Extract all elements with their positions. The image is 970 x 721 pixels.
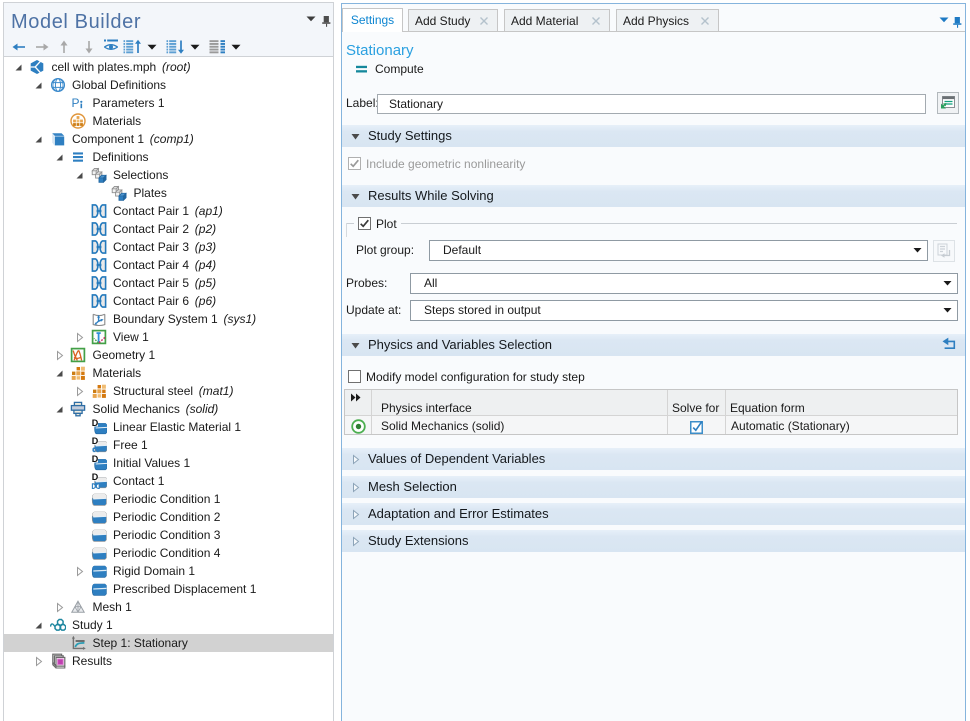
svg-text:D: D [91, 455, 98, 464]
svg-text:D: D [91, 437, 98, 446]
svg-text:D: D [91, 473, 98, 482]
svg-text:D: D [91, 419, 98, 428]
svg-text:P: P [72, 96, 80, 110]
